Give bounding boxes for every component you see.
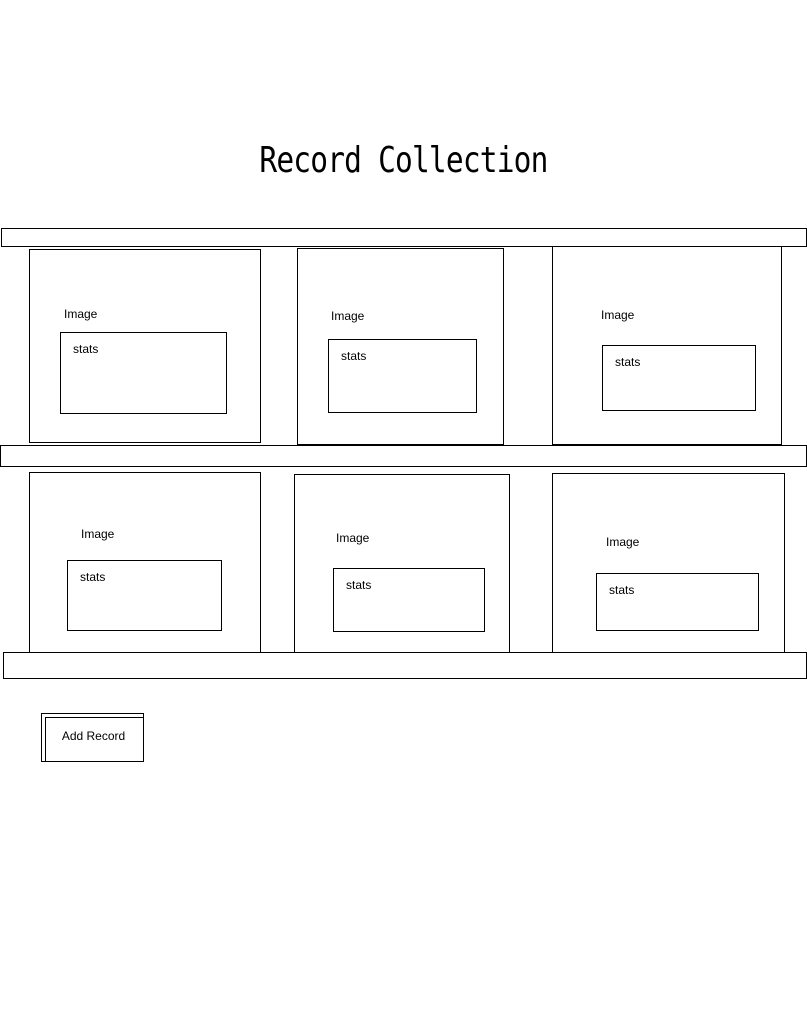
page-title: Record Collection — [259, 140, 548, 181]
record-image-placeholder: Image — [601, 308, 635, 322]
record-stats-box: stats — [328, 339, 477, 413]
record-stats-label: stats — [346, 578, 372, 592]
record-stats-box: stats — [602, 345, 756, 411]
add-record-button[interactable]: Add Record — [41, 713, 144, 762]
record-stats-label: stats — [80, 570, 106, 584]
record-stats-label: stats — [341, 349, 367, 363]
record-image-placeholder: Image — [64, 307, 98, 321]
record-stats-box: stats — [67, 560, 222, 631]
record-stats-box: stats — [60, 332, 227, 414]
shelf-bottom — [3, 652, 807, 679]
record-image-placeholder: Image — [331, 309, 365, 323]
record-card-5[interactable]: Image stats — [294, 474, 510, 653]
record-image-placeholder: Image — [336, 531, 370, 545]
record-card-6[interactable]: Image stats — [552, 473, 785, 653]
shelf-top — [1, 228, 807, 247]
record-stats-box: stats — [333, 568, 485, 632]
record-image-placeholder: Image — [81, 527, 115, 541]
record-card-3[interactable]: Image stats — [552, 246, 782, 445]
add-record-button-label: Add Record — [61, 729, 126, 743]
record-stats-box: stats — [596, 573, 759, 631]
shelf-middle — [0, 445, 807, 467]
record-stats-label: stats — [73, 342, 99, 356]
record-card-4[interactable]: Image stats — [29, 472, 261, 653]
record-card-1[interactable]: Image stats — [29, 249, 261, 443]
record-image-placeholder: Image — [606, 535, 640, 549]
record-card-2[interactable]: Image stats — [297, 248, 504, 445]
record-stats-label: stats — [615, 355, 641, 369]
record-stats-label: stats — [609, 583, 635, 597]
